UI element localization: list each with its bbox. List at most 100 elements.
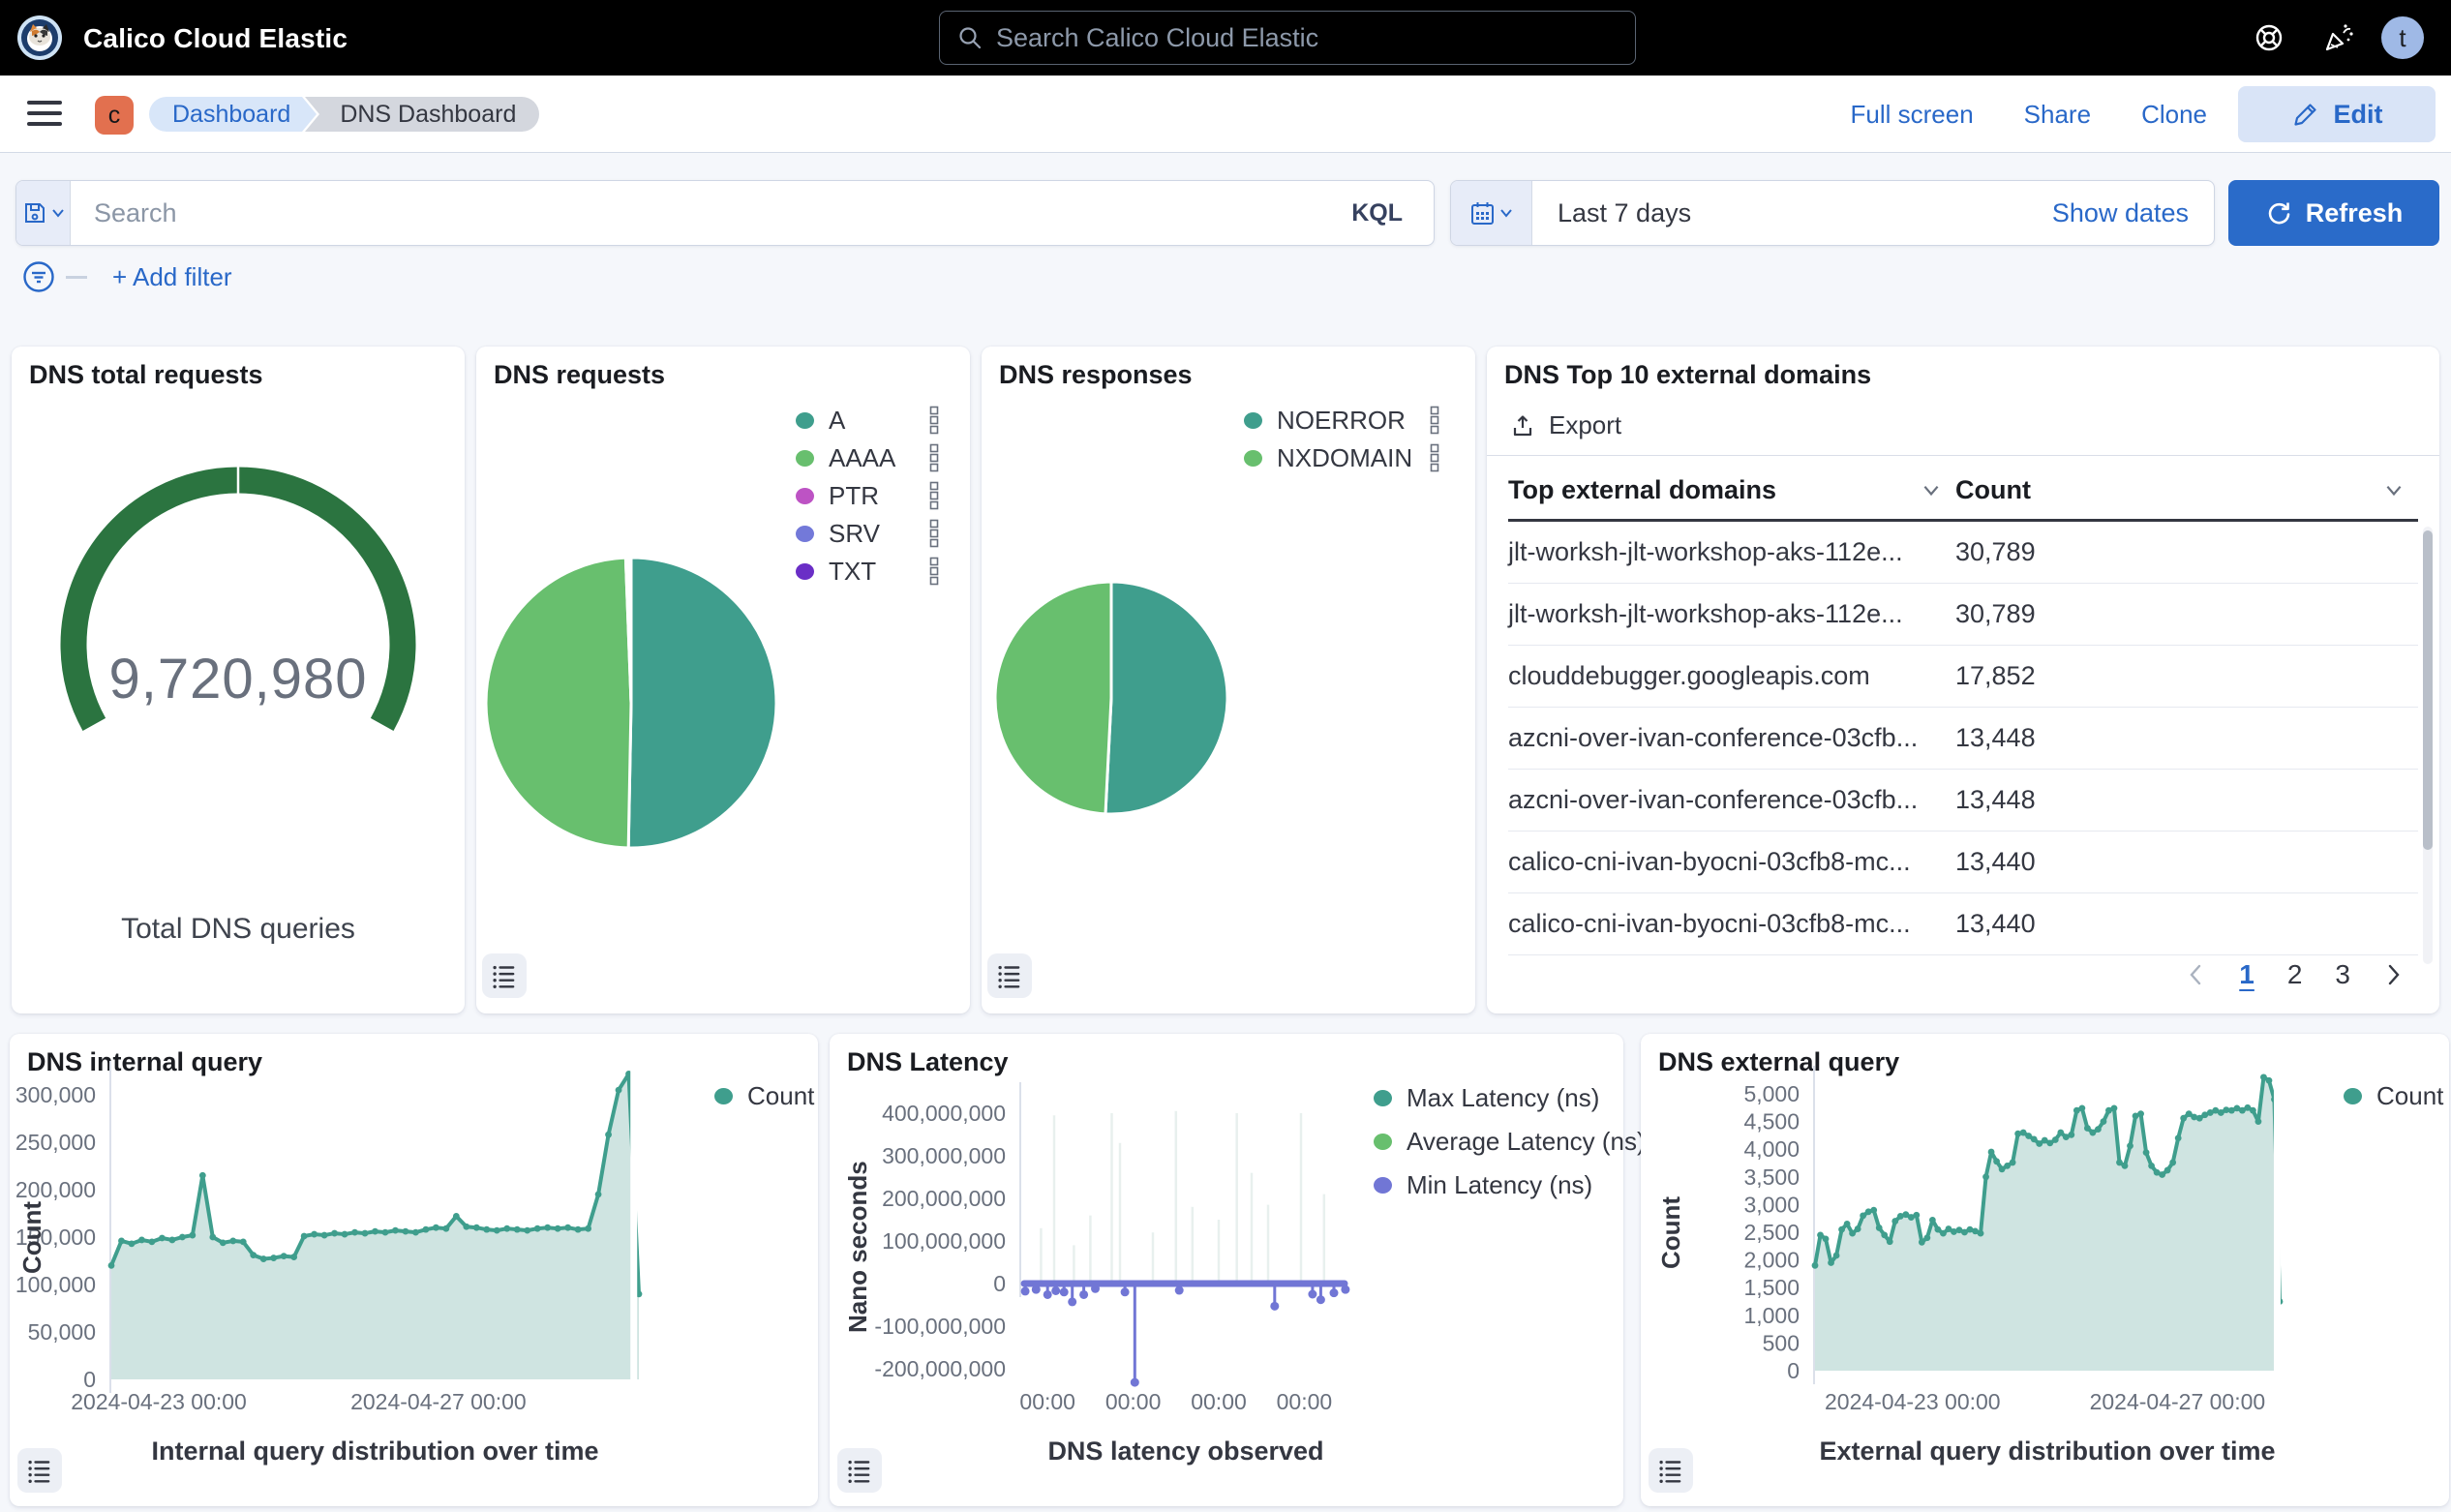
- table-row[interactable]: calico-cni-ivan-byocni-03cfb8-mc...13,44…: [1508, 832, 2418, 893]
- pie-slice-AAAA[interactable]: [486, 558, 631, 848]
- chevron-down-icon: [1499, 206, 1513, 220]
- svg-text:0: 0: [993, 1271, 1006, 1296]
- x-axis-title: External query distribution over time: [1815, 1436, 2280, 1467]
- table-row[interactable]: calico-cni-ivan-byocni-03cfb8-mc...13,44…: [1508, 893, 2418, 955]
- edit-button[interactable]: Edit: [2238, 86, 2436, 142]
- legend-item[interactable]: NXDOMAIN: [1244, 444, 1441, 471]
- breadcrumb-dashboard[interactable]: Dashboard: [149, 97, 302, 132]
- dns-external-query-chart[interactable]: 05001,0001,5002,0002,5003,0003,5004,0004…: [1641, 1034, 2449, 1469]
- panel-options-button[interactable]: [987, 953, 1032, 998]
- legend-label: Count: [747, 1081, 814, 1111]
- page-number-1[interactable]: 1: [2239, 959, 2254, 990]
- calico-cat-icon: [20, 18, 59, 57]
- app-title: Calico Cloud Elastic: [83, 23, 348, 54]
- domain-cell: calico-cni-ivan-byocni-03cfb8-mc...: [1508, 847, 1955, 877]
- show-dates-link[interactable]: Show dates: [2052, 198, 2189, 228]
- save-icon: [22, 200, 47, 226]
- column-header-domains[interactable]: Top external domains: [1508, 470, 1955, 509]
- panel-options-button[interactable]: [837, 1448, 882, 1493]
- domain-cell: jlt-worksh-jlt-workshop-aks-112e...: [1508, 599, 1955, 629]
- pie-slice-NXDOMAIN[interactable]: [995, 582, 1111, 814]
- y-axis-title: Count: [1656, 1131, 1686, 1334]
- legend-dot: [714, 1088, 733, 1104]
- scrollbar-thumb[interactable]: [2423, 530, 2433, 850]
- legend-dot: [1244, 412, 1262, 429]
- legend-item[interactable]: NOERROR: [1244, 407, 1441, 434]
- panel-options-button[interactable]: [1649, 1448, 1693, 1493]
- legend-actions-icon[interactable]: [927, 443, 941, 472]
- panel-options-button[interactable]: [482, 953, 527, 998]
- previous-page-button[interactable]: [2185, 962, 2206, 987]
- export-button[interactable]: Export: [1510, 410, 1621, 440]
- filter-icon[interactable]: [21, 259, 56, 294]
- top-app-bar: Calico Cloud Elastic t: [0, 0, 2451, 76]
- add-filter-link[interactable]: + Add filter: [112, 262, 232, 292]
- table-row[interactable]: jlt-worksh-jlt-workshop-aks-112e...30,78…: [1508, 522, 2418, 584]
- space-badge[interactable]: c: [95, 96, 134, 135]
- legend-item[interactable]: SRV: [796, 520, 941, 547]
- saved-query-menu-button[interactable]: [16, 181, 71, 245]
- legend-label: NXDOMAIN: [1277, 443, 1412, 473]
- legend-item[interactable]: AAAA: [796, 444, 941, 471]
- svg-text:400,000,000: 400,000,000: [882, 1101, 1006, 1126]
- legend-actions-icon[interactable]: [927, 557, 941, 586]
- panel-dns-top-domains: DNS Top 10 external domains Export Top e…: [1487, 347, 2439, 1013]
- legend-label: NOERROR: [1277, 406, 1406, 436]
- pie-slice-A[interactable]: [628, 558, 776, 848]
- legend-actions-icon[interactable]: [1428, 406, 1441, 435]
- table-row[interactable]: azcni-over-ivan-conference-03cfb...13,44…: [1508, 770, 2418, 832]
- news-button[interactable]: [2317, 16, 2360, 59]
- legend-actions-icon[interactable]: [927, 406, 941, 435]
- next-page-button[interactable]: [2383, 962, 2405, 987]
- menu-button[interactable]: [27, 101, 62, 128]
- legend-item[interactable]: A: [796, 407, 941, 434]
- svg-text:3,500: 3,500: [1743, 1164, 1800, 1190]
- pie-slice-NOERROR[interactable]: [1105, 582, 1227, 814]
- panel-dns-requests: DNS requests AAAAAPTRSRVTXT: [476, 347, 970, 1013]
- legend-item[interactable]: Max Latency (ns): [1374, 1084, 1646, 1111]
- divider: [1487, 455, 2439, 456]
- domain-cell: azcni-over-ivan-conference-03cfb...: [1508, 785, 1955, 815]
- calico-logo[interactable]: [17, 15, 62, 60]
- global-search[interactable]: [939, 11, 1636, 65]
- panel-options-button[interactable]: [17, 1448, 62, 1493]
- legend-label: Max Latency (ns): [1407, 1083, 1599, 1113]
- chevron-down-icon: [51, 206, 65, 220]
- table-row[interactable]: jlt-worksh-jlt-workshop-aks-112e...30,78…: [1508, 584, 2418, 646]
- table-header: Top external domains Count: [1508, 470, 2418, 509]
- dns-internal-query-chart[interactable]: 050,000100,000150,000200,000250,000300,0…: [10, 1034, 818, 1469]
- legend-actions-icon[interactable]: [927, 481, 941, 510]
- kql-search-input[interactable]: [94, 198, 1351, 228]
- legend-item[interactable]: Count: [2344, 1082, 2443, 1109]
- legend-item[interactable]: Average Latency (ns): [1374, 1128, 1646, 1155]
- clone-link[interactable]: Clone: [2141, 100, 2207, 130]
- column-header-count[interactable]: Count: [1955, 470, 2418, 509]
- time-range-value[interactable]: Last 7 days: [1558, 198, 1691, 228]
- table-row[interactable]: clouddebugger.googleapis.com17,852: [1508, 646, 2418, 708]
- list-icon: [994, 960, 1025, 991]
- user-avatar[interactable]: t: [2381, 16, 2424, 59]
- breadcrumb-dns-dashboard[interactable]: DNS Dashboard: [305, 97, 539, 132]
- legend-item[interactable]: Min Latency (ns): [1374, 1171, 1646, 1198]
- legend-item[interactable]: TXT: [796, 558, 941, 585]
- full-screen-link[interactable]: Full screen: [1851, 100, 1974, 130]
- page-number-2[interactable]: 2: [2287, 959, 2303, 990]
- svg-text:-100,000,000: -100,000,000: [874, 1314, 1006, 1339]
- table-scrollbar: [2423, 527, 2433, 964]
- legend-item[interactable]: Count: [714, 1082, 814, 1109]
- table-row[interactable]: azcni-over-ivan-conference-03cfb...13,44…: [1508, 708, 2418, 770]
- pie-slice-TXT[interactable]: [629, 558, 631, 703]
- svg-text:200,000,000: 200,000,000: [882, 1186, 1006, 1211]
- page-number-3[interactable]: 3: [2335, 959, 2350, 990]
- help-button[interactable]: [2248, 16, 2290, 59]
- legend-actions-icon[interactable]: [1428, 443, 1441, 472]
- domain-cell: jlt-worksh-jlt-workshop-aks-112e...: [1508, 537, 1955, 567]
- legend-item[interactable]: PTR: [796, 482, 941, 509]
- share-link[interactable]: Share: [2024, 100, 2091, 130]
- global-search-input[interactable]: [996, 23, 1618, 53]
- legend-actions-icon[interactable]: [927, 519, 941, 548]
- date-quick-menu-button[interactable]: [1451, 181, 1532, 245]
- kql-menu-button[interactable]: KQL: [1351, 199, 1410, 227]
- refresh-button[interactable]: Refresh: [2228, 180, 2439, 246]
- external-query-legend: Count: [2344, 1082, 2443, 1109]
